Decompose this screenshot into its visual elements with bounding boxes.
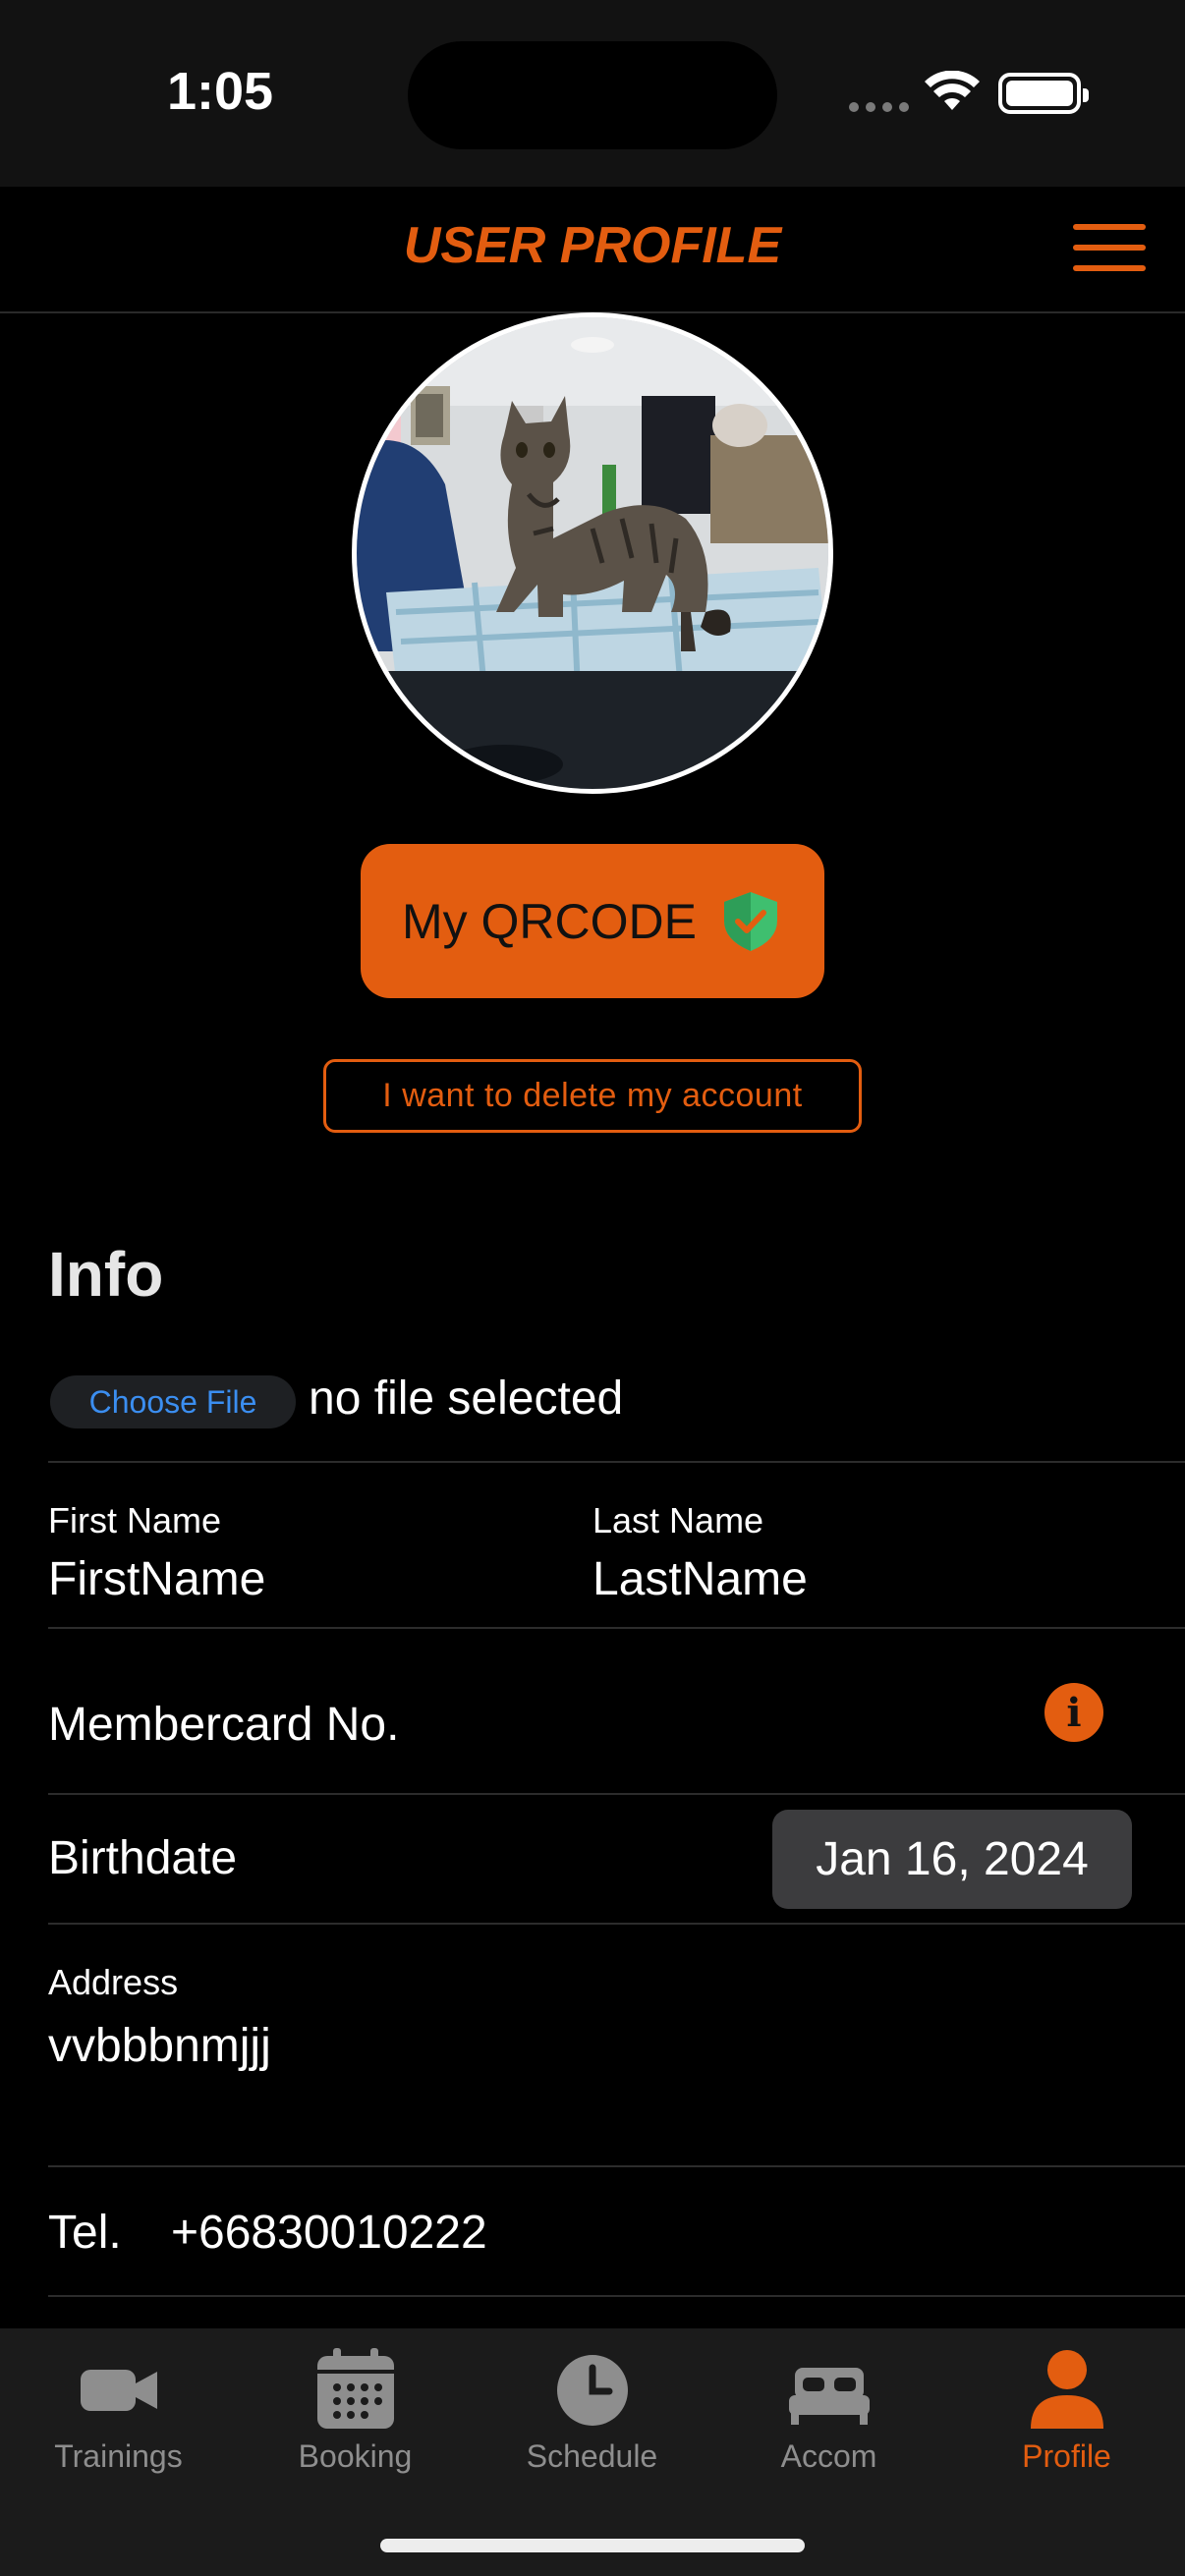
choose-file-button[interactable]: Choose File (50, 1375, 296, 1428)
delete-account-button[interactable]: I want to delete my account (323, 1059, 862, 1133)
divider (48, 1461, 1185, 1463)
home-indicator (380, 2539, 805, 2552)
tab-trainings[interactable]: Trainings (0, 2328, 237, 2486)
last-name-label: Last Name (592, 1500, 764, 1540)
person-icon (1030, 2350, 1103, 2429)
status-time: 1:05 (167, 62, 274, 121)
divider (48, 1793, 1185, 1795)
tel-field[interactable]: +66830010222 (171, 2206, 487, 2260)
tab-label: Profile (1022, 2438, 1111, 2474)
file-status-text: no file selected (309, 1372, 624, 1425)
tab-label: Schedule (526, 2438, 658, 2474)
tab-label: Accom (780, 2438, 877, 2474)
calendar-icon (316, 2348, 394, 2429)
address-label: Address (48, 1962, 179, 2002)
tab-label: Booking (298, 2438, 413, 2474)
divider (48, 1923, 1185, 1925)
wifi-icon (925, 71, 980, 110)
top-header: 1:05 USER PROFILE (0, 0, 1185, 274)
info-icon[interactable]: i (1044, 1683, 1103, 1742)
page-title: USER PROFILE (403, 217, 782, 274)
tel-label: Tel. (48, 2207, 122, 2259)
tab-accom[interactable]: Accom (710, 2328, 947, 2486)
birthdate-label: Birthdate (48, 1832, 238, 1884)
last-name-field[interactable]: LastName (592, 1552, 808, 1606)
qrcode-button-label: My QRCODE (402, 893, 697, 949)
hamburger-menu-icon[interactable] (1073, 224, 1146, 271)
membercard-label: Membercard No. (48, 1699, 400, 1751)
dynamic-island (408, 41, 777, 149)
cellular-signal-icon (849, 102, 909, 112)
cat-photo (357, 317, 828, 789)
profile-avatar[interactable] (352, 312, 833, 794)
tab-booking[interactable]: Booking (237, 2328, 474, 2486)
birthdate-picker[interactable]: Jan 16, 2024 (772, 1810, 1132, 1909)
video-camera-icon (80, 2370, 157, 2411)
shield-check-icon (724, 891, 777, 951)
first-name-label: First Name (48, 1500, 222, 1540)
tab-schedule[interactable]: Schedule (474, 2328, 710, 2486)
first-name-field[interactable]: FirstName (48, 1552, 265, 1606)
my-qrcode-button[interactable]: My QRCODE (361, 844, 824, 998)
divider (48, 1627, 1185, 1629)
info-section-title: Info (48, 1239, 164, 1310)
tab-label: Trainings (54, 2438, 183, 2474)
battery-icon (998, 73, 1089, 114)
bed-icon (788, 2368, 870, 2425)
address-field[interactable]: vvbbbnmjjj (48, 2019, 271, 2073)
tab-profile[interactable]: Profile (948, 2328, 1185, 2486)
divider (48, 2295, 1185, 2297)
divider (48, 2165, 1185, 2167)
clock-icon (556, 2355, 628, 2426)
